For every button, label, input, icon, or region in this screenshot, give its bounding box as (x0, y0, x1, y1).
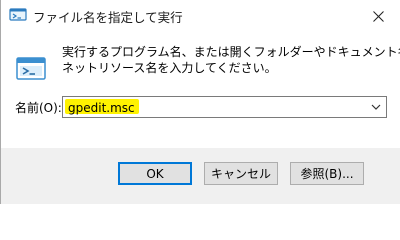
ok-button[interactable]: OK (118, 162, 192, 185)
run-icon (16, 55, 46, 83)
browse-button[interactable]: 参照(B)... (290, 162, 364, 185)
open-input[interactable] (63, 98, 363, 118)
description-line-1: 実行するプログラム名、または開くフォルダーやドキュメント名、インター (62, 45, 400, 59)
chevron-down-icon (371, 104, 381, 110)
close-button[interactable] (356, 0, 400, 32)
close-icon (373, 10, 384, 22)
button-bar: OK キャンセル 参照(B)... (1, 148, 400, 204)
title-bar[interactable]: ファイル名を指定して実行 (1, 0, 400, 32)
dropdown-button[interactable] (366, 97, 386, 117)
window-title: ファイル名を指定して実行 (33, 10, 183, 25)
description-line-2: ネットリソース名を入力してください。 (62, 61, 277, 75)
run-app-icon (9, 7, 27, 23)
open-label: 名前(O): (15, 101, 62, 115)
open-combobox[interactable] (62, 96, 387, 118)
cancel-button[interactable]: キャンセル (204, 162, 278, 185)
run-dialog: ファイル名を指定して実行 実行するプログラム名、または開くフォルダーやドキュメン… (0, 0, 400, 204)
dialog-description: 実行するプログラム名、または開くフォルダーやドキュメント名、インター ネットリソ… (62, 44, 400, 76)
